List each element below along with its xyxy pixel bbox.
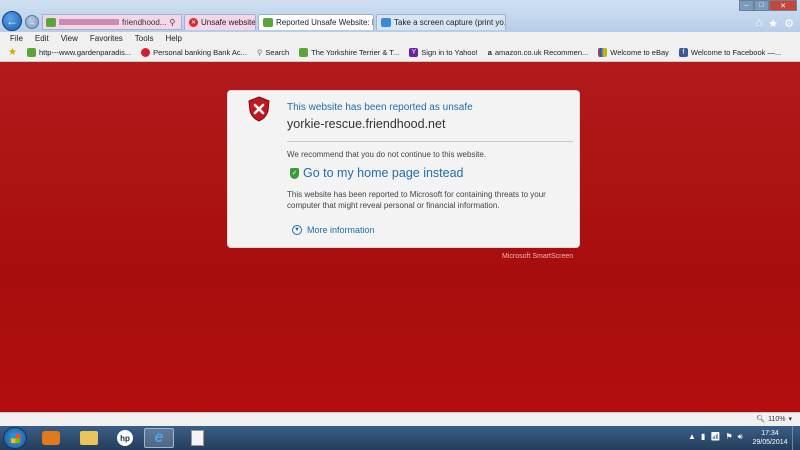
- explorer-taskbar-button[interactable]: [74, 428, 104, 448]
- folder-icon: [80, 431, 98, 445]
- amazon-icon: a: [487, 48, 492, 57]
- facebook-icon: f: [678, 48, 688, 57]
- zoom-magnifier-icon: 🔍︎: [756, 416, 766, 423]
- tab-unsafe-website[interactable]: ✕ Unsafe website ↻: [184, 14, 256, 30]
- more-information-link[interactable]: ▼ More information: [292, 225, 375, 235]
- menu-file[interactable]: File: [10, 34, 23, 43]
- minimize-button[interactable]: –: [739, 0, 754, 11]
- volume-icon[interactable]: 🔊︎: [738, 432, 743, 442]
- chevron-down-icon: ▼: [292, 225, 302, 235]
- status-bar: 🔍︎ 110% ▾: [0, 412, 800, 426]
- threat-description: This website has been reported to Micros…: [287, 190, 546, 210]
- favorite-item[interactable]: http---www.gardenparadis...: [26, 48, 132, 57]
- signal-bars-icon[interactable]: 📶︎: [710, 432, 720, 442]
- menu-view[interactable]: View: [61, 34, 78, 43]
- site-favicon-icon: [46, 17, 56, 27]
- forward-arrow-icon: →: [28, 17, 36, 27]
- clock-time: 17:34: [761, 430, 779, 437]
- forward-button[interactable]: →: [25, 15, 39, 29]
- favorite-item[interactable]: The Yorkshire Terrier & T...: [299, 48, 399, 57]
- page-favicon-icon: [381, 18, 391, 27]
- media-player-icon: [42, 431, 60, 445]
- address-bar[interactable]: friendhood... ⚲: [42, 14, 182, 30]
- tab-screen-capture[interactable]: Take a screen capture (print yo...: [376, 14, 506, 30]
- favorite-item[interactable]: Y Sign in to Yahoo!: [409, 48, 478, 57]
- browser-title-bar: ← → friendhood... ⚲ ✕ Unsafe website ↻ R…: [0, 0, 800, 32]
- more-information-label: More information: [307, 225, 375, 235]
- favorite-item[interactable]: Welcome to eBay: [598, 48, 669, 57]
- favorite-label: http---www.gardenparadis...: [38, 48, 132, 57]
- internet-explorer-icon: e: [154, 429, 164, 446]
- back-button[interactable]: ←: [2, 11, 22, 31]
- windows-taskbar: hp e ▲ ▮ 📶︎ ⚑ 🔊︎ 17:34 29/05/2014: [0, 426, 800, 450]
- favorite-label: Personal banking Bank Ac...: [153, 48, 247, 57]
- favorite-label: The Yorkshire Terrier & T...: [311, 48, 400, 57]
- menu-help[interactable]: Help: [165, 34, 181, 43]
- page-favicon-icon: [263, 18, 273, 27]
- go-home-link[interactable]: ✓ Go to my home page instead: [290, 166, 464, 180]
- green-check-shield-icon: ✓: [290, 167, 299, 179]
- zoom-control[interactable]: 🔍︎ 110% ▾: [756, 415, 792, 424]
- back-arrow-icon: ←: [6, 14, 18, 28]
- action-center-flag-icon[interactable]: ⚑: [725, 432, 732, 442]
- menu-bar: File Edit View Favorites Tools Help: [0, 32, 800, 44]
- address-text: friendhood...: [122, 17, 167, 27]
- show-desktop-button[interactable]: [792, 426, 800, 450]
- divider: [287, 141, 573, 142]
- ebay-icon: [598, 48, 608, 57]
- redacted-url-part: [59, 19, 119, 25]
- red-shield-warning-icon: [248, 96, 270, 122]
- chevron-down-icon: ▾: [788, 416, 792, 423]
- recommendation-text: We recommend that you do not continue to…: [287, 150, 487, 159]
- favorite-label: amazon.co.uk Recommen...: [494, 48, 589, 57]
- smartscreen-label: Microsoft SmartScreen: [502, 253, 574, 260]
- hp-taskbar-button[interactable]: hp: [110, 428, 140, 448]
- reported-domain: yorkie-rescue.friendhood.net: [287, 117, 446, 131]
- hp-logo-icon: hp: [117, 430, 133, 446]
- zoom-level: 110%: [768, 415, 786, 423]
- system-clock[interactable]: 17:34 29/05/2014: [748, 429, 792, 447]
- toolbar-icons: ⌂ ★ ⚙: [756, 17, 794, 30]
- favorites-star-icon[interactable]: ★: [768, 17, 778, 30]
- search-icon[interactable]: ⚲: [169, 18, 175, 27]
- network-icon[interactable]: ▮: [701, 432, 705, 442]
- green-doc-icon: [299, 48, 309, 57]
- favorite-label: Welcome to eBay: [610, 48, 669, 57]
- menu-tools[interactable]: Tools: [135, 34, 154, 43]
- unsafe-x-icon: ✕: [189, 18, 198, 27]
- yahoo-icon: Y: [409, 48, 419, 57]
- favorite-item[interactable]: a amazon.co.uk Recommen...: [488, 48, 589, 57]
- menu-favorites[interactable]: Favorites: [90, 34, 123, 43]
- favorites-bar: ★ http---www.gardenparadis... Personal b…: [0, 44, 800, 62]
- warning-title: This website has been reported as unsafe: [287, 102, 473, 113]
- go-home-label: Go to my home page instead: [303, 166, 464, 180]
- close-window-button[interactable]: ✕: [769, 0, 797, 11]
- add-favorite-star-icon[interactable]: ★: [8, 47, 17, 58]
- tab-label: Take a screen capture (print yo...: [394, 18, 506, 27]
- tab-label: Unsafe website: [201, 18, 256, 27]
- settings-gear-icon[interactable]: ⚙: [784, 17, 794, 30]
- clock-date: 29/05/2014: [752, 439, 788, 446]
- favorite-label: Sign in to Yahoo!: [421, 48, 478, 57]
- home-icon[interactable]: ⌂: [756, 17, 763, 30]
- bank-logo-icon: [141, 48, 151, 57]
- system-tray: ▲ ▮ 📶︎ ⚑ 🔊︎: [688, 432, 743, 442]
- green-doc-icon: [26, 48, 36, 57]
- document-taskbar-button[interactable]: [182, 428, 212, 448]
- favorite-label: Welcome to Facebook —...: [690, 48, 782, 57]
- favorite-item[interactable]: Personal banking Bank Ac...: [141, 48, 247, 57]
- document-icon: [190, 430, 204, 446]
- tab-label: Reported Unsafe Website: N...: [276, 18, 374, 27]
- start-button[interactable]: [3, 427, 27, 449]
- favorite-item[interactable]: ⚲ Search: [257, 48, 289, 57]
- favorite-item[interactable]: f Welcome to Facebook —...: [678, 48, 782, 57]
- media-player-taskbar-button[interactable]: [36, 428, 66, 448]
- maximize-button[interactable]: □: [754, 0, 769, 11]
- internet-explorer-taskbar-button[interactable]: e: [144, 428, 174, 448]
- menu-edit[interactable]: Edit: [35, 34, 49, 43]
- favorite-label: Search: [265, 48, 290, 57]
- search-icon: ⚲: [256, 48, 263, 57]
- tray-expand-icon[interactable]: ▲: [688, 432, 696, 442]
- tab-reported-unsafe[interactable]: Reported Unsafe Website: N... ✕: [258, 14, 374, 30]
